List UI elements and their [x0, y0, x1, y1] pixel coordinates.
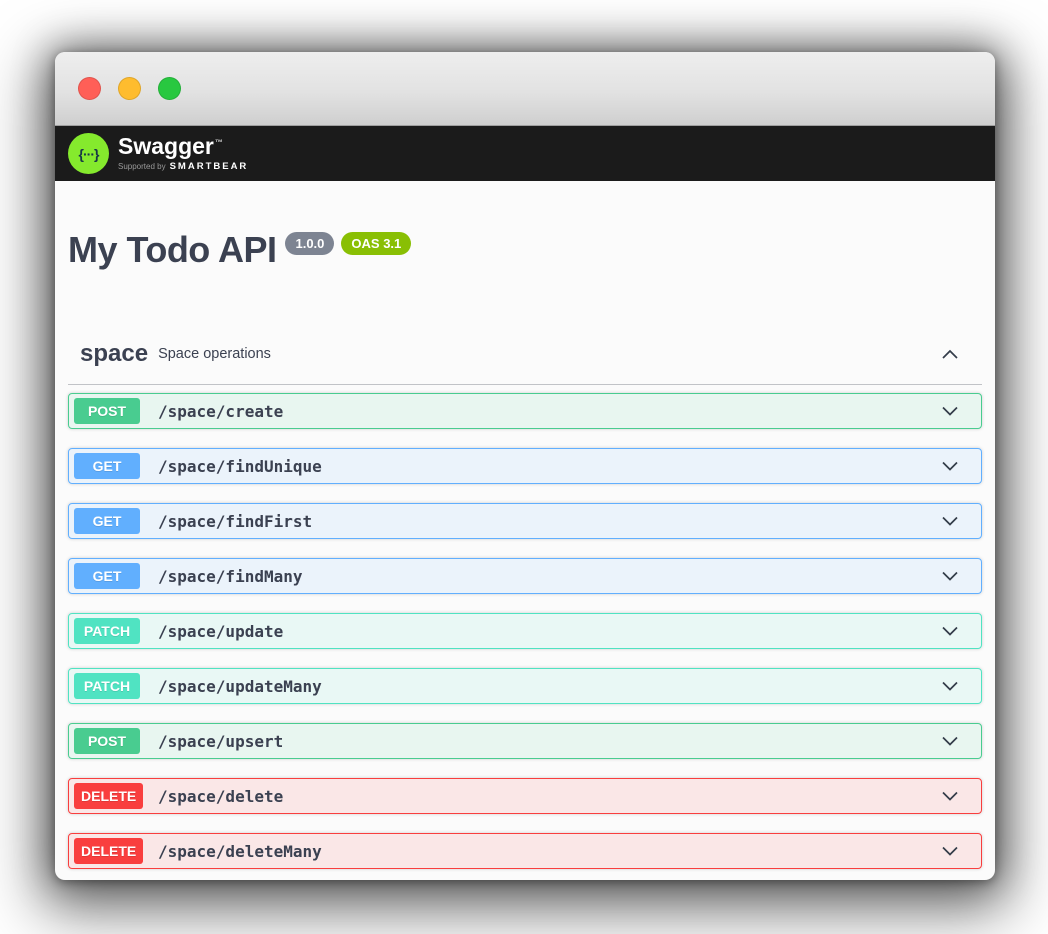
chevron-down-icon[interactable] [940, 568, 960, 584]
operation-row[interactable]: POST /space/create [68, 393, 982, 429]
operation-row[interactable]: POST /space/upsert [68, 723, 982, 759]
swagger-logo-icon: {···} [68, 133, 109, 174]
tag-description: Space operations [158, 346, 271, 362]
sponsor-line: Supported by SMARTBEAR [118, 161, 248, 172]
main-content: My Todo API 1.0.0 OAS 3.1 space Space op… [55, 229, 995, 869]
method-slot: GET [74, 453, 158, 479]
trademark-symbol: ™ [215, 138, 223, 147]
chevron-down-icon[interactable] [940, 513, 960, 529]
method-slot: GET [74, 563, 158, 589]
chevron-down-icon[interactable] [940, 458, 960, 474]
operation-path: /space/findUnique [158, 457, 322, 476]
chevron-up-icon[interactable] [939, 346, 961, 362]
traffic-light-minimize[interactable] [118, 77, 141, 100]
swagger-wordmark: Swagger™ [118, 135, 248, 158]
oas-badge: OAS 3.1 [341, 232, 411, 255]
operation-path: /space/updateMany [158, 677, 322, 696]
chevron-down-icon[interactable] [940, 788, 960, 804]
chevron-down-icon[interactable] [940, 403, 960, 419]
operation-row[interactable]: PATCH /space/update [68, 613, 982, 649]
method-badge: PATCH [74, 618, 140, 644]
api-badges: 1.0.0 OAS 3.1 [285, 232, 411, 255]
operation-row[interactable]: GET /space/findUnique [68, 448, 982, 484]
method-badge: POST [74, 728, 140, 754]
operation-row[interactable]: GET /space/findMany [68, 558, 982, 594]
method-badge: GET [74, 563, 140, 589]
version-badge: 1.0.0 [285, 232, 334, 255]
method-slot: GET [74, 508, 158, 534]
tag-name: space [80, 340, 148, 368]
swagger-braces-glyph: {···} [79, 146, 99, 162]
traffic-light-close[interactable] [78, 77, 101, 100]
api-header: My Todo API 1.0.0 OAS 3.1 [68, 229, 982, 270]
method-slot: POST [74, 398, 158, 424]
method-badge: GET [74, 508, 140, 534]
method-slot: DELETE [74, 838, 158, 864]
chevron-down-icon[interactable] [940, 623, 960, 639]
method-slot: DELETE [74, 783, 158, 809]
method-badge: POST [74, 398, 140, 424]
traffic-light-zoom[interactable] [158, 77, 181, 100]
chevron-down-icon[interactable] [940, 733, 960, 749]
operation-row[interactable]: DELETE /space/deleteMany [68, 833, 982, 869]
chevron-down-icon[interactable] [940, 843, 960, 859]
method-slot: PATCH [74, 618, 158, 644]
method-badge: DELETE [74, 838, 143, 864]
operation-path: /space/update [158, 622, 283, 641]
smartbear-wordmark: SMARTBEAR [170, 161, 249, 172]
supported-by-label: Supported by [118, 162, 166, 171]
operation-path: /space/delete [158, 787, 283, 806]
method-badge: DELETE [74, 783, 143, 809]
traffic-lights [78, 77, 181, 100]
chevron-down-icon[interactable] [940, 678, 960, 694]
operation-row[interactable]: PATCH /space/updateMany [68, 668, 982, 704]
method-slot: POST [74, 728, 158, 754]
swagger-brand-text: Swagger [118, 133, 214, 159]
swagger-brand: Swagger™ Supported by SMARTBEAR [118, 135, 248, 172]
swagger-topbar: {···} Swagger™ Supported by SMARTBEAR [55, 126, 995, 181]
operation-row[interactable]: GET /space/findFirst [68, 503, 982, 539]
method-badge: PATCH [74, 673, 140, 699]
macos-titlebar [55, 52, 995, 126]
operation-row[interactable]: DELETE /space/delete [68, 778, 982, 814]
method-badge: GET [74, 453, 140, 479]
operations-list: POST /space/create GET /space/findUnique [68, 393, 982, 869]
app-window: {···} Swagger™ Supported by SMARTBEAR My… [55, 52, 995, 880]
page-title: My Todo API [68, 229, 276, 270]
tag-section-header-space[interactable]: space Space operations [68, 330, 982, 385]
operation-path: /space/findMany [158, 567, 303, 586]
operation-path: /space/upsert [158, 732, 283, 751]
operation-path: /space/deleteMany [158, 842, 322, 861]
operation-path: /space/findFirst [158, 512, 312, 531]
operation-path: /space/create [158, 402, 283, 421]
method-slot: PATCH [74, 673, 158, 699]
